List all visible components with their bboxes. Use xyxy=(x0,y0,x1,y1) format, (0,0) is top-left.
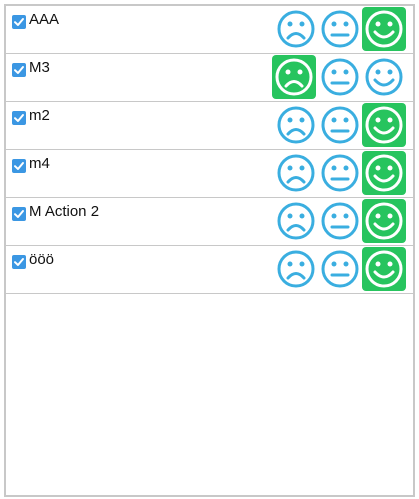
row-label: AAA xyxy=(29,11,60,28)
list-row: m4 xyxy=(6,150,413,198)
sad-face-button[interactable] xyxy=(272,55,316,99)
row-checkbox[interactable] xyxy=(12,255,26,269)
sad-face-icon xyxy=(277,154,315,192)
row-label: m4 xyxy=(29,155,50,172)
sad-face-button[interactable] xyxy=(274,103,318,147)
neutral-face-icon xyxy=(321,202,359,240)
list-row: m2 xyxy=(6,102,413,150)
sad-face-button[interactable] xyxy=(274,7,318,51)
happy-face-button[interactable] xyxy=(362,7,406,51)
neutral-face-button[interactable] xyxy=(318,151,362,195)
row-checkbox[interactable] xyxy=(12,111,26,125)
happy-face-icon xyxy=(365,154,403,192)
happy-face-icon xyxy=(365,106,403,144)
neutral-face-icon xyxy=(321,10,359,48)
happy-face-icon xyxy=(365,58,403,96)
list-row: M Action 2 xyxy=(6,198,413,246)
row-checkbox[interactable] xyxy=(12,207,26,221)
neutral-face-button[interactable] xyxy=(318,199,362,243)
list-row: ööö xyxy=(6,246,413,294)
rating-list-panel: AAA M3 m2 m4 M Action 2 ööö xyxy=(4,4,415,497)
row-label: ööö xyxy=(29,251,55,268)
sad-face-icon xyxy=(277,10,315,48)
row-label: M Action 2 xyxy=(29,203,100,220)
happy-face-icon xyxy=(365,202,403,240)
happy-face-icon xyxy=(365,10,403,48)
neutral-face-icon xyxy=(321,154,359,192)
neutral-face-button[interactable] xyxy=(318,7,362,51)
row-label: m2 xyxy=(29,107,50,124)
sad-face-icon xyxy=(277,250,315,288)
neutral-face-icon xyxy=(321,58,359,96)
row-checkbox[interactable] xyxy=(12,63,26,77)
neutral-face-icon xyxy=(321,106,359,144)
happy-face-button[interactable] xyxy=(362,55,406,99)
happy-face-button[interactable] xyxy=(362,199,406,243)
sad-face-icon xyxy=(277,106,315,144)
list-row: M3 xyxy=(6,54,413,102)
sad-face-button[interactable] xyxy=(274,247,318,291)
sad-face-icon xyxy=(277,202,315,240)
happy-face-button[interactable] xyxy=(362,151,406,195)
happy-face-icon xyxy=(365,250,403,288)
neutral-face-button[interactable] xyxy=(318,103,362,147)
neutral-face-icon xyxy=(321,250,359,288)
happy-face-button[interactable] xyxy=(362,247,406,291)
list-row: AAA xyxy=(6,6,413,54)
row-checkbox[interactable] xyxy=(12,159,26,173)
sad-face-button[interactable] xyxy=(274,199,318,243)
happy-face-button[interactable] xyxy=(362,103,406,147)
sad-face-button[interactable] xyxy=(274,151,318,195)
neutral-face-button[interactable] xyxy=(318,55,362,99)
neutral-face-button[interactable] xyxy=(318,247,362,291)
row-label: M3 xyxy=(29,59,50,76)
row-checkbox[interactable] xyxy=(12,15,26,29)
sad-face-icon xyxy=(275,58,313,96)
